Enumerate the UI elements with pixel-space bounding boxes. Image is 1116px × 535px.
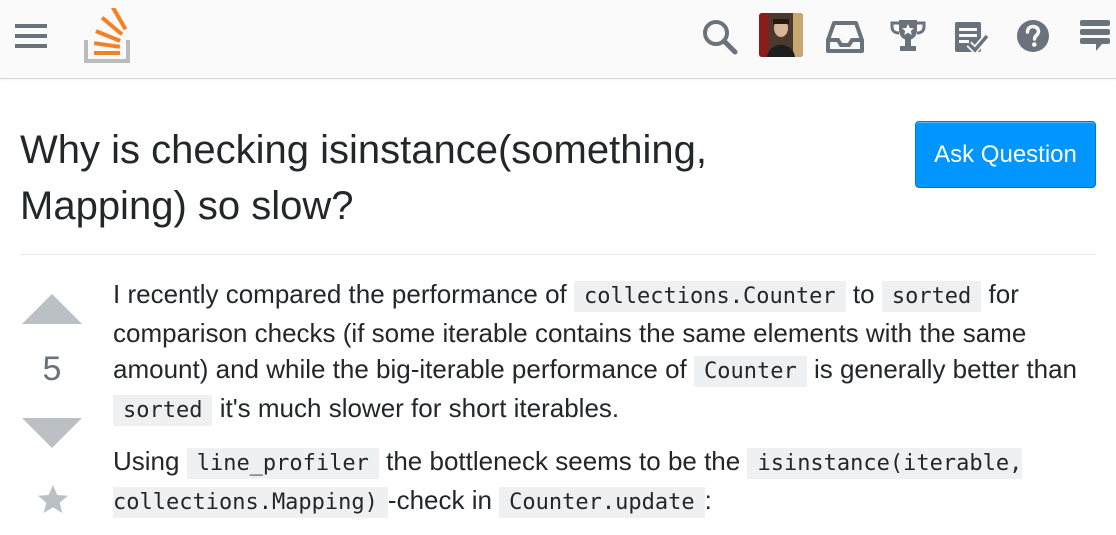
site-switcher-icon[interactable] xyxy=(1078,18,1112,59)
inline-code: Counter.update xyxy=(499,487,705,518)
text: it's much slower for short iterables. xyxy=(212,393,620,423)
title-divider xyxy=(20,254,1096,255)
favorite-star-icon[interactable] xyxy=(37,484,69,521)
inline-code: sorted xyxy=(113,395,213,426)
body-paragraph-1: I recently compared the performance of c… xyxy=(113,276,1103,429)
question-body: I recently compared the performance of c… xyxy=(113,276,1103,535)
inline-code: sorted xyxy=(881,281,982,312)
search-icon[interactable] xyxy=(702,19,738,60)
text: -check in xyxy=(387,485,500,515)
stackoverflow-logo[interactable] xyxy=(84,5,132,69)
downvote-icon[interactable] xyxy=(22,418,82,453)
inline-code: Counter xyxy=(694,356,807,387)
text: Using xyxy=(113,446,187,476)
text: the bottleneck seems to be the xyxy=(378,446,748,476)
vote-count: 5 xyxy=(42,350,62,388)
inline-code: line_profiler xyxy=(186,448,379,479)
trophy-icon[interactable] xyxy=(890,18,926,59)
top-bar xyxy=(0,0,1116,79)
hamburger-icon[interactable] xyxy=(15,24,47,48)
upvote-icon[interactable] xyxy=(22,294,82,329)
inbox-icon[interactable] xyxy=(826,20,864,59)
review-icon[interactable] xyxy=(953,20,990,59)
inline-code: collections.Counter xyxy=(574,281,846,312)
help-icon[interactable] xyxy=(1016,19,1050,58)
text: is generally better than xyxy=(806,354,1077,384)
question-title[interactable]: Why is checking isinstance(something, Ma… xyxy=(20,122,880,234)
text: I recently compared the performance of xyxy=(113,279,575,309)
text: : xyxy=(704,485,712,515)
body-paragraph-2: Using line_profiler the bottleneck seems… xyxy=(113,443,1103,521)
avatar[interactable] xyxy=(759,13,803,57)
ask-question-button[interactable]: Ask Question xyxy=(915,121,1096,188)
text: to xyxy=(845,279,882,309)
